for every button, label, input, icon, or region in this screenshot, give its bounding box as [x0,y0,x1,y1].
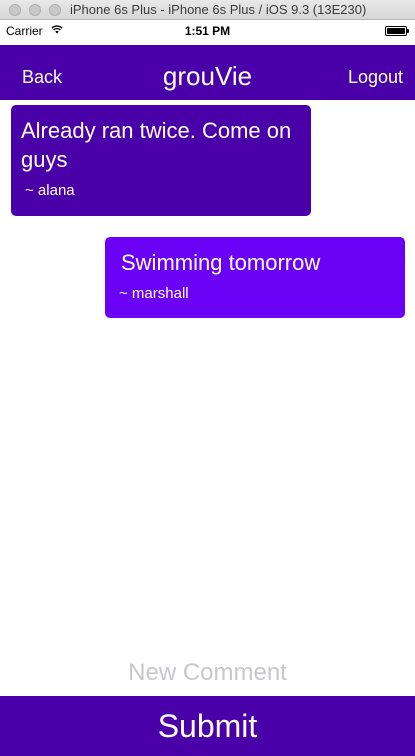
simulator-title-bar: iPhone 6s Plus - iPhone 6s Plus / iOS 9.… [0,0,415,20]
battery-icon [385,26,409,36]
status-time: 1:51 PM [184,24,231,38]
new-comment-input[interactable] [0,655,415,691]
comment-bubble: Already ran twice. Come on guys ~ alana [11,105,311,216]
window-zoom-button[interactable] [49,4,61,16]
comment-author: ~ marshall [119,285,189,302]
comment-text: Swimming tomorrow [121,250,321,275]
comment-list: Already ran twice. Come on guys ~ alana … [0,100,415,696]
logout-button[interactable]: Logout [348,67,403,88]
comment-bubble: Swimming tomorrow ~ marshall [105,237,405,318]
window-minimize-button[interactable] [29,4,41,16]
window-close-button[interactable] [9,4,21,16]
comment-author: ~ alana [25,182,75,199]
nav-bar: Back grouVie Logout [0,45,415,100]
status-bar: Carrier 1:51 PM [0,20,415,42]
comment-text: Already ran twice. Come on guys [21,118,292,172]
window-title: iPhone 6s Plus - iPhone 6s Plus / iOS 9.… [70,2,367,17]
submit-button[interactable]: Submit [0,696,415,756]
